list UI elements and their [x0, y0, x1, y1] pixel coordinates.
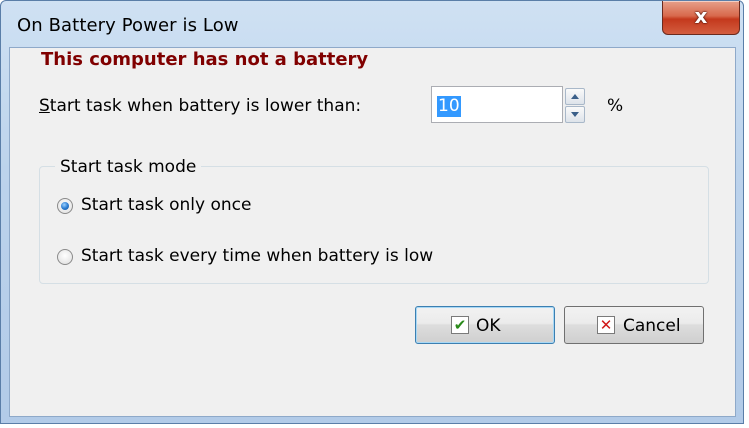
- radio-every-time-label[interactable]: Start task every time when battery is lo…: [81, 246, 433, 266]
- ok-button-label: OK: [476, 316, 501, 336]
- spin-down-button[interactable]: [565, 106, 585, 123]
- radio-once[interactable]: [57, 198, 73, 214]
- cancel-button[interactable]: ✕ Cancel: [564, 306, 704, 344]
- start-mode-legend: Start task mode: [55, 157, 202, 177]
- threshold-value[interactable]: 10: [437, 96, 461, 117]
- threshold-label-text: tart task when battery is lower than:: [49, 96, 362, 116]
- warning-message: This computer has not a battery: [41, 49, 369, 70]
- spin-up-button[interactable]: [565, 88, 585, 105]
- close-icon: x: [694, 4, 708, 28]
- radio-every-time[interactable]: [57, 249, 73, 265]
- arrow-down-icon: [571, 112, 579, 117]
- ok-button[interactable]: ✔ OK: [415, 306, 555, 344]
- start-mode-group: [39, 166, 709, 284]
- check-icon: ✔: [451, 316, 469, 334]
- cancel-button-label: Cancel: [623, 316, 681, 336]
- dialog-window: On Battery Power is Low x This computer …: [0, 0, 744, 424]
- threshold-label-accelerator: S: [39, 96, 50, 116]
- x-icon: ✕: [597, 316, 615, 334]
- window-title: On Battery Power is Low: [17, 15, 239, 36]
- percent-unit: %: [607, 96, 624, 116]
- radio-selected-dot: [61, 202, 69, 210]
- arrow-up-icon: [571, 94, 579, 99]
- threshold-label: Start task when battery is lower than:: [39, 96, 361, 116]
- close-button[interactable]: x: [662, 1, 740, 35]
- radio-once-label[interactable]: Start task only once: [81, 195, 251, 215]
- title-bar[interactable]: On Battery Power is Low: [1, 1, 743, 47]
